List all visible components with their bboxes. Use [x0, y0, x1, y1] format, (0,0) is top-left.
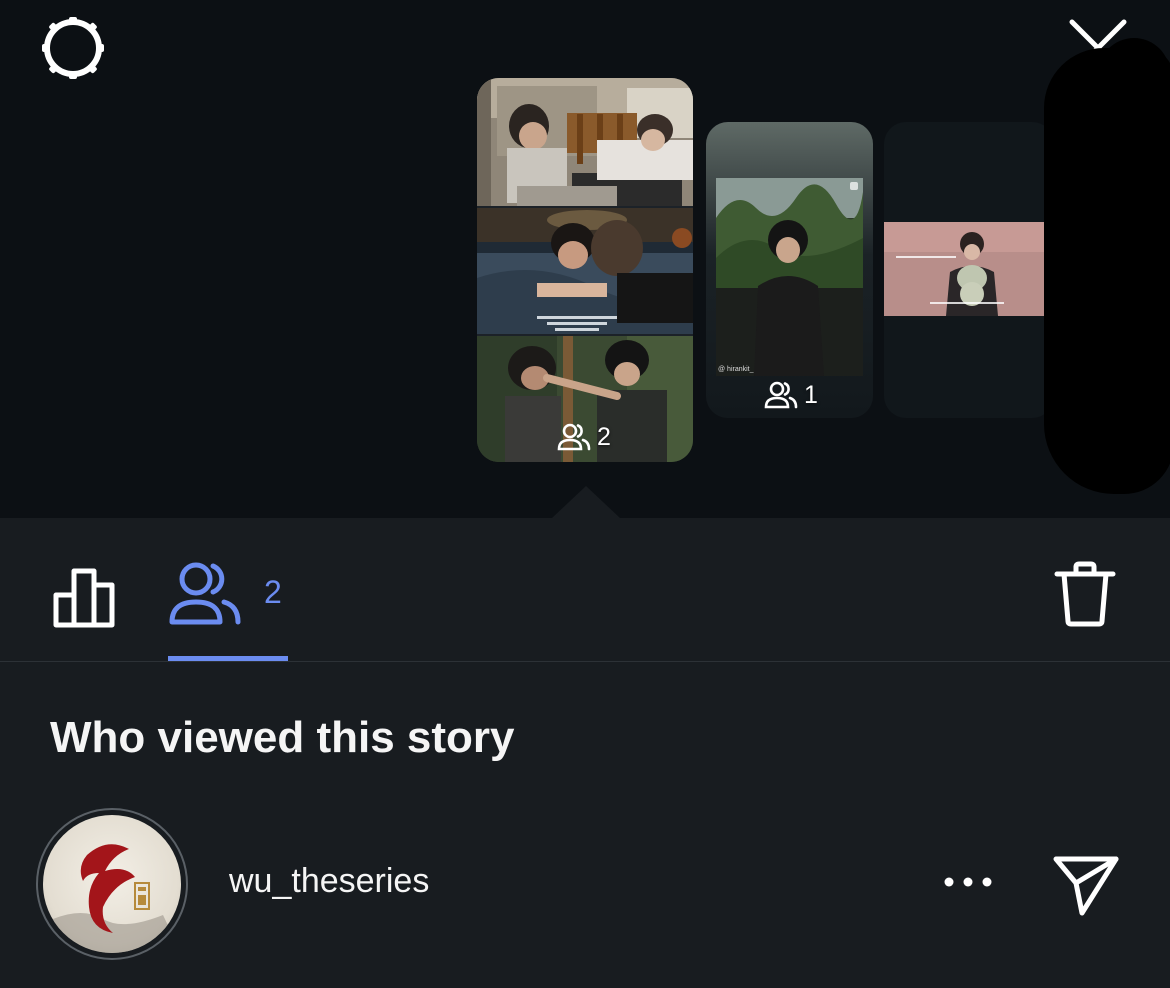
- wu-logo-icon: [43, 844, 181, 953]
- people-icon: [169, 562, 241, 625]
- story-collage-image: [477, 78, 693, 462]
- more-icon: [944, 877, 992, 887]
- bar-chart-icon: [53, 568, 115, 628]
- story-viewer-count: 1: [764, 380, 818, 410]
- viewers-tab-count: 2: [264, 574, 282, 610]
- viewers-panel: 2 Who viewed this story wu_theseries: [0, 518, 1170, 988]
- story-viewer-count-value: 2: [597, 422, 611, 451]
- send-message-button[interactable]: [1048, 848, 1124, 924]
- delete-button[interactable]: [1050, 556, 1120, 632]
- story-carousel-area: 2 @ hirankit_ 1: [0, 0, 1170, 518]
- viewer-row[interactable]: wu_theseries: [0, 806, 1170, 962]
- viewer-username[interactable]: wu_theseries: [229, 862, 429, 901]
- tab-insights[interactable]: [42, 556, 126, 636]
- story-thumbnail[interactable]: @ hirankit_ 1: [706, 122, 873, 418]
- story-caption: @ hirankit_: [718, 366, 754, 373]
- story-photo-image: [884, 222, 1044, 316]
- gear-icon: [42, 17, 104, 79]
- tab-viewers[interactable]: 2: [168, 554, 288, 661]
- people-icon: [764, 381, 798, 409]
- redaction-scribble: [1098, 38, 1170, 158]
- story-viewer-count-value: 1: [804, 380, 818, 409]
- story-thumbnail-selected[interactable]: 2: [477, 78, 693, 462]
- avatar[interactable]: [36, 808, 188, 960]
- story-thumbnail[interactable]: [884, 122, 1054, 418]
- story-photo-image: [716, 178, 863, 376]
- people-icon: [557, 423, 591, 451]
- more-options-button[interactable]: [940, 862, 996, 902]
- settings-button[interactable]: [34, 14, 112, 82]
- story-viewer-count: 2: [557, 422, 611, 452]
- selected-story-pointer: [552, 486, 620, 518]
- send-icon: [1053, 856, 1119, 916]
- tab-bar-divider: [0, 661, 1170, 662]
- trash-icon: [1054, 561, 1116, 627]
- section-title: Who viewed this story: [50, 713, 515, 762]
